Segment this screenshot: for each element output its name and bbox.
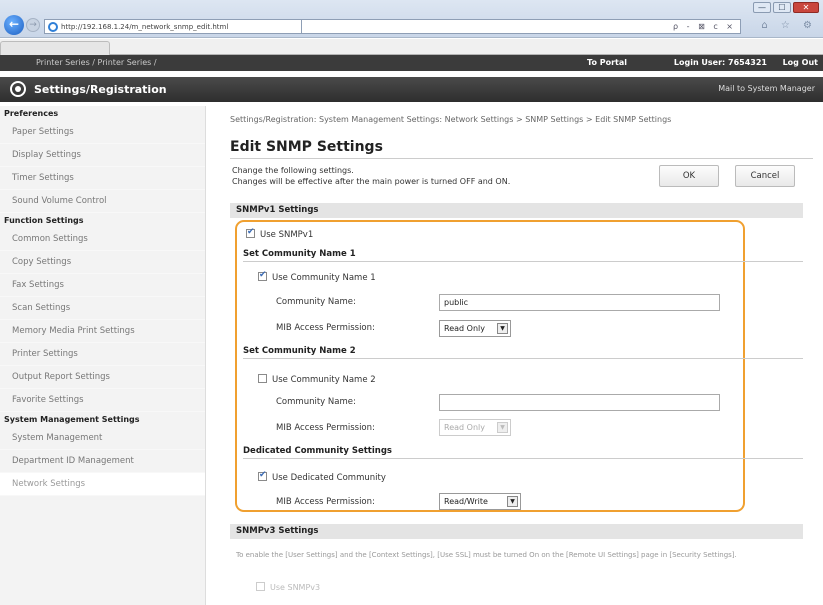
page-title: Edit SNMP Settings xyxy=(230,139,383,155)
community-name-1-input[interactable]: public xyxy=(439,294,720,311)
use-community-name-1-row[interactable]: Use Community Name 1 xyxy=(258,270,376,283)
mib-access-2-value: Read Only xyxy=(444,423,485,432)
ok-button[interactable]: OK xyxy=(659,165,719,187)
cancel-button[interactable]: Cancel xyxy=(735,165,795,187)
mib-access-1-value: Read Only xyxy=(444,324,485,333)
sidebar-item-favorite-settings[interactable]: Favorite Settings xyxy=(0,389,205,412)
browser-chrome: — ☐ ✕ ← → http://192.168.1.24/m_network_… xyxy=(0,0,823,38)
use-snmpv3-row[interactable]: Use SNMPv3 xyxy=(256,582,320,592)
log-out-link[interactable]: Log Out xyxy=(783,58,818,67)
sidebar-item-memory-media-print[interactable]: Memory Media Print Settings xyxy=(0,320,205,343)
highlight-frame xyxy=(235,220,745,512)
to-portal-link[interactable]: To Portal xyxy=(587,58,627,67)
sidebar: Preferences Paper Settings Display Setti… xyxy=(0,106,206,605)
close-window-button[interactable]: ✕ xyxy=(793,2,819,13)
home-favorites-settings-icons[interactable]: ⌂ ☆ ⚙ xyxy=(761,20,817,31)
sidebar-item-network-settings[interactable]: Network Settings xyxy=(0,473,205,496)
sidebar-heading-function: Function Settings xyxy=(4,216,84,225)
chevron-down-icon[interactable]: ▼ xyxy=(507,496,518,507)
sidebar-item-timer-settings[interactable]: Timer Settings xyxy=(0,167,205,190)
header-title: Settings/Registration xyxy=(34,83,167,96)
main-content: Settings/Registration: System Management… xyxy=(220,106,823,605)
sidebar-item-sound-volume[interactable]: Sound Volume Control xyxy=(0,190,205,213)
use-snmpv3-checkbox[interactable] xyxy=(256,582,265,591)
address-tools: ρ - ⊠ c × xyxy=(302,19,741,34)
use-community-name-2-label: Use Community Name 2 xyxy=(272,375,376,385)
sidebar-item-fax-settings[interactable]: Fax Settings xyxy=(0,274,205,297)
chevron-down-icon[interactable]: ▼ xyxy=(497,323,508,334)
login-user: Login User: 7654321 xyxy=(673,58,767,67)
sidebar-item-paper-settings[interactable]: Paper Settings xyxy=(0,121,205,144)
sidebar-item-department-id[interactable]: Department ID Management xyxy=(0,450,205,473)
use-community-name-2-checkbox[interactable] xyxy=(258,374,267,383)
sidebar-item-display-settings[interactable]: Display Settings xyxy=(0,144,205,167)
search-refresh-icons[interactable]: ρ - ⊠ c × xyxy=(673,22,736,31)
use-snmpv3-label: Use SNMPv3 xyxy=(270,583,321,592)
back-arrow-icon[interactable]: ← xyxy=(4,15,24,35)
sidebar-item-common-settings[interactable]: Common Settings xyxy=(0,228,205,251)
set-community-name-2-heading: Set Community Name 2 xyxy=(243,346,803,359)
snmpv3-section-heading: SNMPv3 Settings xyxy=(230,524,803,539)
use-snmpv1-row[interactable]: Use SNMPv1 xyxy=(246,227,314,240)
mail-to-system-manager-link[interactable]: Mail to System Manager xyxy=(718,84,815,93)
snmpv3-note: To enable the [User Settings] and the [C… xyxy=(236,551,737,559)
community-name-2-input[interactable] xyxy=(439,394,720,411)
sidebar-item-output-report[interactable]: Output Report Settings xyxy=(0,366,205,389)
set-community-name-1-heading: Set Community Name 1 xyxy=(243,249,803,262)
breadcrumb[interactable]: Settings/Registration: System Management… xyxy=(230,115,671,124)
use-community-name-2-row[interactable]: Use Community Name 2 xyxy=(258,374,376,385)
mib-access-1-label: MIB Access Permission: xyxy=(276,323,375,333)
community-name-2-label: Community Name: xyxy=(276,397,356,407)
page-header: Settings/Registration Mail to System Man… xyxy=(0,77,823,102)
snmpv1-section-heading: SNMPv1 Settings xyxy=(230,203,803,218)
window-controls: — ☐ ✕ xyxy=(753,2,819,13)
tab-strip xyxy=(0,39,823,55)
sidebar-item-system-management[interactable]: System Management xyxy=(0,427,205,450)
mib-access-2-label: MIB Access Permission: xyxy=(276,423,375,433)
use-snmpv1-checkbox[interactable] xyxy=(246,227,255,238)
sidebar-heading-preferences: Preferences xyxy=(4,109,59,118)
mib-access-3-label: MIB Access Permission: xyxy=(276,497,375,507)
sidebar-heading-system: System Management Settings xyxy=(4,415,140,424)
sidebar-item-copy-settings[interactable]: Copy Settings xyxy=(0,251,205,274)
dedicated-community-heading: Dedicated Community Settings xyxy=(243,446,803,459)
mib-access-1-select[interactable]: Read Only ▼ xyxy=(439,320,511,337)
sidebar-item-scan-settings[interactable]: Scan Settings xyxy=(0,297,205,320)
use-dedicated-community-label: Use Dedicated Community xyxy=(272,473,386,483)
use-snmpv1-label: Use SNMPv1 xyxy=(260,230,314,240)
description-line-2: Changes will be effective after the main… xyxy=(232,177,511,186)
description-line-1: Change the following settings. xyxy=(232,166,354,175)
mib-access-3-select[interactable]: Read/Write ▼ xyxy=(439,493,521,510)
community-name-1-label: Community Name: xyxy=(276,297,356,307)
top-bar: Printer Series / Printer Series / To Por… xyxy=(0,55,823,71)
use-dedicated-community-checkbox[interactable] xyxy=(258,470,267,481)
title-divider xyxy=(230,158,813,159)
mib-access-2-select[interactable]: Read Only ▼ xyxy=(439,419,511,436)
sidebar-item-printer-settings[interactable]: Printer Settings xyxy=(0,343,205,366)
browser-tab[interactable] xyxy=(0,41,110,55)
minimize-button[interactable]: — xyxy=(753,2,771,13)
forward-arrow-icon[interactable]: → xyxy=(26,18,40,32)
browser-logo-icon xyxy=(48,21,58,32)
mib-access-3-value: Read/Write xyxy=(444,497,488,506)
use-community-name-1-label: Use Community Name 1 xyxy=(272,273,376,283)
maximize-button[interactable]: ☐ xyxy=(773,2,791,13)
chevron-down-icon[interactable]: ▼ xyxy=(497,422,508,433)
url-text: http://192.168.1.24/m_network_snmp_edit.… xyxy=(61,22,229,31)
use-dedicated-community-row[interactable]: Use Dedicated Community xyxy=(258,470,386,483)
settings-gear-icon xyxy=(10,81,26,97)
address-bar[interactable]: http://192.168.1.24/m_network_snmp_edit.… xyxy=(44,19,302,34)
use-community-name-1-checkbox[interactable] xyxy=(258,270,267,281)
device-name: Printer Series / Printer Series / xyxy=(36,58,157,67)
